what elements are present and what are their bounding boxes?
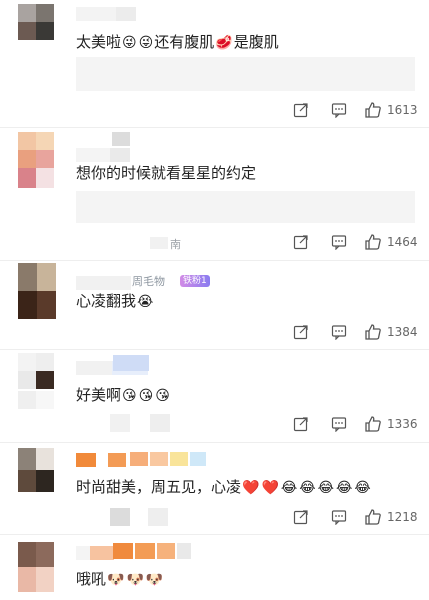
username[interactable] — [76, 147, 130, 162]
like-icon[interactable] — [364, 233, 382, 251]
heart-icon: ❤️ — [242, 479, 260, 496]
avatar[interactable] — [18, 132, 54, 168]
doge-emoji-icon: 🐶 — [145, 571, 164, 588]
like-icon[interactable] — [364, 508, 382, 526]
comment-text: 心凌翻我😭 — [76, 290, 154, 311]
like-icon[interactable] — [364, 323, 382, 341]
username[interactable] — [76, 545, 114, 560]
kiss-emoji-icon: 😘 — [138, 387, 154, 404]
divider — [0, 349, 429, 350]
avatar-lower — [18, 391, 54, 409]
heart-icon: ❤️ — [261, 479, 279, 496]
username-blur — [113, 543, 133, 559]
avatar[interactable] — [18, 448, 54, 492]
share-icon[interactable] — [293, 324, 309, 340]
quoted-content — [76, 57, 415, 91]
laughing-emoji-icon: 😂 — [299, 479, 316, 496]
location-blur — [150, 237, 168, 249]
username[interactable] — [76, 275, 131, 290]
comment-text-part: 哦吼 — [76, 570, 107, 588]
kiss-emoji-icon: 😘 — [122, 387, 137, 404]
laughing-emoji-icon: 😜 — [138, 34, 154, 51]
comment-icon[interactable] — [331, 102, 347, 118]
avatar-lower — [18, 168, 54, 188]
share-icon[interactable] — [293, 509, 309, 525]
username-blur — [170, 452, 188, 466]
comment-icon[interactable] — [331, 509, 347, 525]
username[interactable] — [76, 6, 136, 21]
laughing-emoji-icon: 😂 — [280, 479, 298, 496]
doge-emoji-icon: 🐶 — [107, 571, 125, 588]
location-text: 南 — [170, 238, 181, 251]
comment-text: 时尚甜美，周五见，心凌❤️ ❤️ 😂 😂 😂 😂 😂 — [76, 476, 372, 497]
fan-badge: 铁粉1 — [180, 275, 210, 287]
comment-icon[interactable] — [331, 234, 347, 250]
like-count: 1464 — [387, 235, 418, 249]
username-blur — [113, 355, 149, 371]
blurred-block — [148, 508, 168, 526]
blurred-block — [110, 508, 130, 526]
avatar-badge — [112, 132, 130, 146]
comment-text-part: 是腹肌 — [233, 33, 279, 51]
quoted-content — [76, 191, 415, 223]
username-blur — [157, 543, 175, 559]
like-icon[interactable] — [364, 415, 382, 433]
laughing-emoji-icon: 😂 — [335, 479, 353, 496]
divider — [0, 442, 429, 443]
laughing-emoji-icon: 😜 — [122, 34, 137, 51]
comment-text: 想你的时候就看星星的约定 — [76, 162, 256, 183]
share-icon[interactable] — [293, 416, 309, 432]
like-count: 1218 — [387, 510, 418, 524]
username-text[interactable]: 周毛物 — [132, 273, 165, 289]
share-icon[interactable] — [293, 102, 309, 118]
like-icon[interactable] — [364, 101, 382, 119]
username-blur — [135, 543, 155, 559]
username-blur — [130, 452, 148, 466]
meat-emoji-icon: 🥩 — [215, 34, 233, 51]
blurred-block — [110, 414, 130, 432]
comment-text: 哦吼🐶 🐶 🐶 — [76, 568, 164, 589]
like-count: 1336 — [387, 417, 418, 431]
doge-emoji-icon: 🐶 — [126, 571, 144, 588]
laughing-emoji-icon: 😂 — [317, 479, 334, 496]
divider — [0, 534, 429, 535]
comment-text-part: 好美啊 — [76, 386, 122, 404]
comment-text-part: 太美啦 — [76, 33, 122, 51]
divider — [0, 260, 429, 261]
comment-text-part: 心凌翻我 — [76, 292, 137, 310]
comment-text-part: 还有腹肌 — [154, 33, 215, 51]
comment-icon[interactable] — [331, 324, 347, 340]
blurred-block — [150, 414, 170, 432]
comment-icon[interactable] — [331, 416, 347, 432]
avatar[interactable] — [18, 4, 54, 40]
comment-text-part: 想你的时候就看星星的约定 — [76, 164, 257, 182]
share-icon[interactable] — [293, 234, 309, 250]
like-count: 1384 — [387, 325, 418, 339]
username-blur — [150, 452, 168, 466]
username-blur — [190, 452, 206, 466]
kiss-emoji-icon: 😘 — [155, 387, 170, 404]
avatar[interactable] — [18, 542, 54, 592]
comment-text-part: 时尚甜美，周五见，心凌 — [76, 478, 242, 496]
laughing-emoji-icon: 😂 — [354, 479, 371, 496]
avatar[interactable] — [18, 353, 54, 389]
crying-emoji-icon: 😭 — [137, 293, 154, 310]
divider — [0, 127, 429, 128]
username-blur — [177, 543, 191, 559]
avatar[interactable] — [18, 263, 56, 319]
comment-text: 太美啦😜 😜还有腹肌🥩是腹肌 — [76, 31, 279, 52]
like-count: 1613 — [387, 103, 418, 117]
username[interactable] — [76, 452, 126, 467]
comment-text: 好美啊😘 😘 😘 — [76, 384, 171, 405]
